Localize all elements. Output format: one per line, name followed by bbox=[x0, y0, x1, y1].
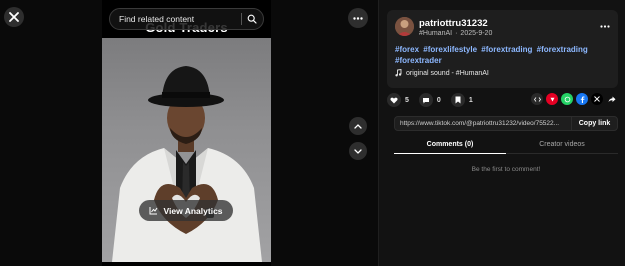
x-icon[interactable] bbox=[591, 93, 603, 105]
author-subline: #HumanAI · 2025-9-20 bbox=[419, 30, 493, 37]
like-button[interactable]: 5 bbox=[387, 93, 409, 107]
empty-comments-message: Be the first to comment! bbox=[471, 166, 541, 173]
video-column: Gold Traders bbox=[102, 0, 271, 266]
video-url-text[interactable]: https://www.tiktok.com/@patriottru31232/… bbox=[395, 120, 571, 127]
hashtag-link[interactable]: #forexlifestyle bbox=[423, 45, 477, 54]
whatsapp-icon[interactable] bbox=[561, 93, 573, 105]
close-icon bbox=[9, 12, 19, 22]
share-link-row: https://www.tiktok.com/@patriottru31232/… bbox=[394, 116, 618, 131]
music-note-icon bbox=[395, 69, 402, 77]
hashtag-link[interactable]: #forex bbox=[395, 45, 419, 54]
copy-link-button[interactable]: Copy link bbox=[571, 117, 617, 130]
post-date: 2025-9-20 bbox=[460, 30, 493, 37]
like-count: 5 bbox=[405, 96, 409, 104]
post-more-button[interactable] bbox=[598, 20, 612, 32]
actions-row: 5 0 1 bbox=[387, 92, 618, 108]
tab-creator-videos[interactable]: Creator videos bbox=[506, 137, 618, 153]
original-sound-link[interactable]: original sound - #HumanAI bbox=[395, 69, 489, 77]
previous-video-button[interactable] bbox=[349, 117, 367, 135]
heart-icon bbox=[390, 97, 398, 103]
save-count: 1 bbox=[468, 96, 473, 104]
comment-button[interactable]: 0 bbox=[418, 93, 441, 107]
search-icon[interactable] bbox=[242, 9, 262, 29]
comment-icon bbox=[422, 97, 429, 103]
video-frame[interactable] bbox=[102, 38, 271, 262]
search-input[interactable] bbox=[119, 14, 237, 24]
analytics-chart-icon bbox=[149, 207, 158, 215]
more-horizontal-icon bbox=[353, 16, 363, 20]
share-icons bbox=[531, 93, 618, 105]
author-nickname: #HumanAI bbox=[419, 30, 453, 37]
close-button[interactable] bbox=[4, 7, 24, 27]
avatar[interactable] bbox=[395, 17, 414, 36]
post-hashtags: #forex #forexlifestyle #forextrading #fo… bbox=[395, 44, 610, 66]
view-analytics-button[interactable]: View Analytics bbox=[139, 200, 233, 221]
more-horizontal-icon bbox=[600, 24, 610, 28]
save-button[interactable]: 1 bbox=[450, 93, 473, 107]
view-analytics-label: View Analytics bbox=[163, 205, 223, 216]
hashtag-link[interactable]: #forextrading bbox=[481, 45, 532, 54]
next-video-button[interactable] bbox=[349, 142, 367, 160]
author-card: patriottru31232 #HumanAI · 2025-9-20 #fore… bbox=[387, 10, 618, 88]
embed-icon[interactable] bbox=[531, 93, 543, 105]
tab-comments[interactable]: Comments (0) bbox=[394, 137, 506, 154]
more-options-button[interactable] bbox=[348, 8, 368, 28]
chevron-down-icon bbox=[354, 148, 362, 154]
facebook-icon[interactable] bbox=[576, 93, 588, 105]
chevron-up-icon bbox=[354, 123, 362, 129]
comment-count: 0 bbox=[436, 96, 441, 104]
details-panel: patriottru31232 #HumanAI · 2025-9-20 #fore… bbox=[378, 0, 625, 266]
author-username[interactable]: patriottru31232 bbox=[419, 18, 488, 29]
comment-tabs: Comments (0) Creator videos bbox=[394, 137, 618, 154]
hashtag-link[interactable]: #forextrader bbox=[395, 56, 442, 65]
video-player-area: Gold Traders bbox=[0, 0, 378, 266]
search-bar[interactable] bbox=[109, 8, 264, 30]
bookmark-icon bbox=[455, 96, 461, 104]
video-thumbnail-person bbox=[112, 66, 262, 262]
forward-icon[interactable] bbox=[606, 93, 618, 105]
hashtag-link[interactable]: #forextrading bbox=[537, 45, 588, 54]
pinterest-icon[interactable] bbox=[546, 93, 558, 105]
sound-label: original sound - #HumanAI bbox=[406, 69, 489, 77]
